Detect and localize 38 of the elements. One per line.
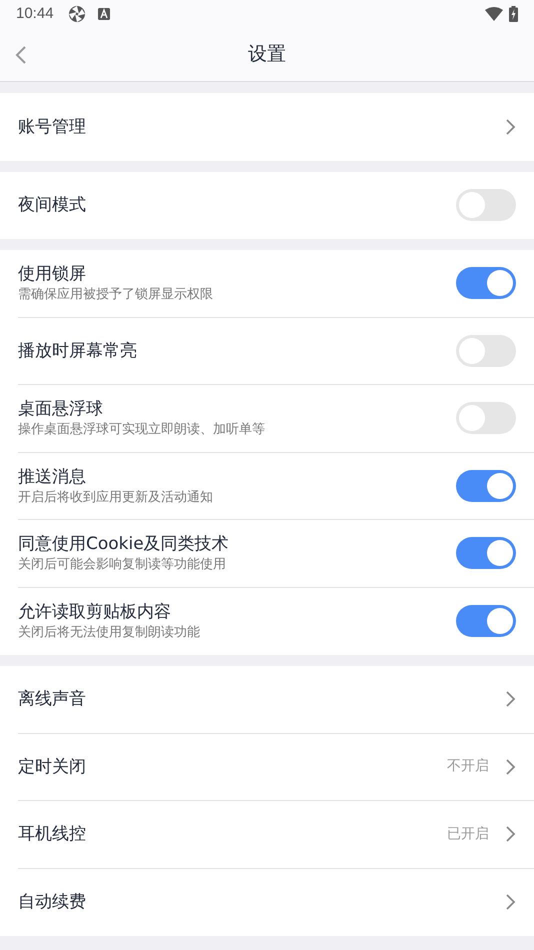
toggle-switch[interactable]	[456, 470, 516, 502]
battery-charging-icon	[509, 6, 518, 22]
setting-label: 定时关闭	[18, 756, 87, 779]
toggle-switch[interactable]	[456, 189, 516, 222]
setting-label: 夜间模式	[18, 194, 87, 218]
setting-label: 允许读取剪贴板内容	[18, 601, 172, 624]
setting-label: 推送消息	[18, 466, 87, 489]
setting-label: 账号管理	[18, 116, 87, 139]
aperture-icon	[68, 5, 86, 23]
setting-description: 开启后将收到应用更新及活动通知	[18, 488, 214, 507]
setting-value: 已开启	[447, 824, 489, 844]
page-title: 设置	[248, 42, 286, 68]
chevron-right-icon	[505, 825, 516, 844]
toggle-switch[interactable]	[456, 267, 516, 300]
setting-description: 关闭后可能会影响复制读等功能使用	[18, 556, 227, 574]
chevron-right-icon	[505, 690, 516, 708]
status-time: 10:44	[16, 4, 54, 24]
setting-label: 同意使用Cookie及同类技术	[18, 533, 230, 556]
chevron-right-icon	[505, 893, 516, 912]
setting-label: 使用锁屏	[18, 263, 87, 286]
toggle-switch[interactable]	[456, 605, 516, 638]
setting-label: 桌面悬浮球	[18, 398, 104, 422]
setting-description: 需确保应用被授予了锁屏显示权限	[18, 286, 214, 304]
setting-description: 操作桌面悬浮球可实现立即朗读、加听单等	[18, 421, 266, 440]
chevron-right-icon	[505, 758, 516, 776]
setting-label: 离线声音	[18, 688, 87, 712]
setting-label: 自动续费	[18, 891, 87, 914]
chevron-right-icon	[505, 118, 516, 136]
setting-value: 不开启	[447, 757, 489, 776]
keyboard-a-icon	[98, 8, 110, 20]
wifi-icon	[485, 7, 503, 21]
setting-label: 播放时屏幕常亮	[18, 340, 138, 363]
back-icon[interactable]	[15, 45, 27, 65]
toggle-switch[interactable]	[456, 537, 516, 570]
setting-label: 耳机线控	[18, 823, 87, 846]
toggle-switch[interactable]	[456, 402, 516, 434]
toggle-switch[interactable]	[456, 334, 516, 367]
setting-description: 关闭后将无法使用复制朗读功能	[18, 624, 201, 642]
